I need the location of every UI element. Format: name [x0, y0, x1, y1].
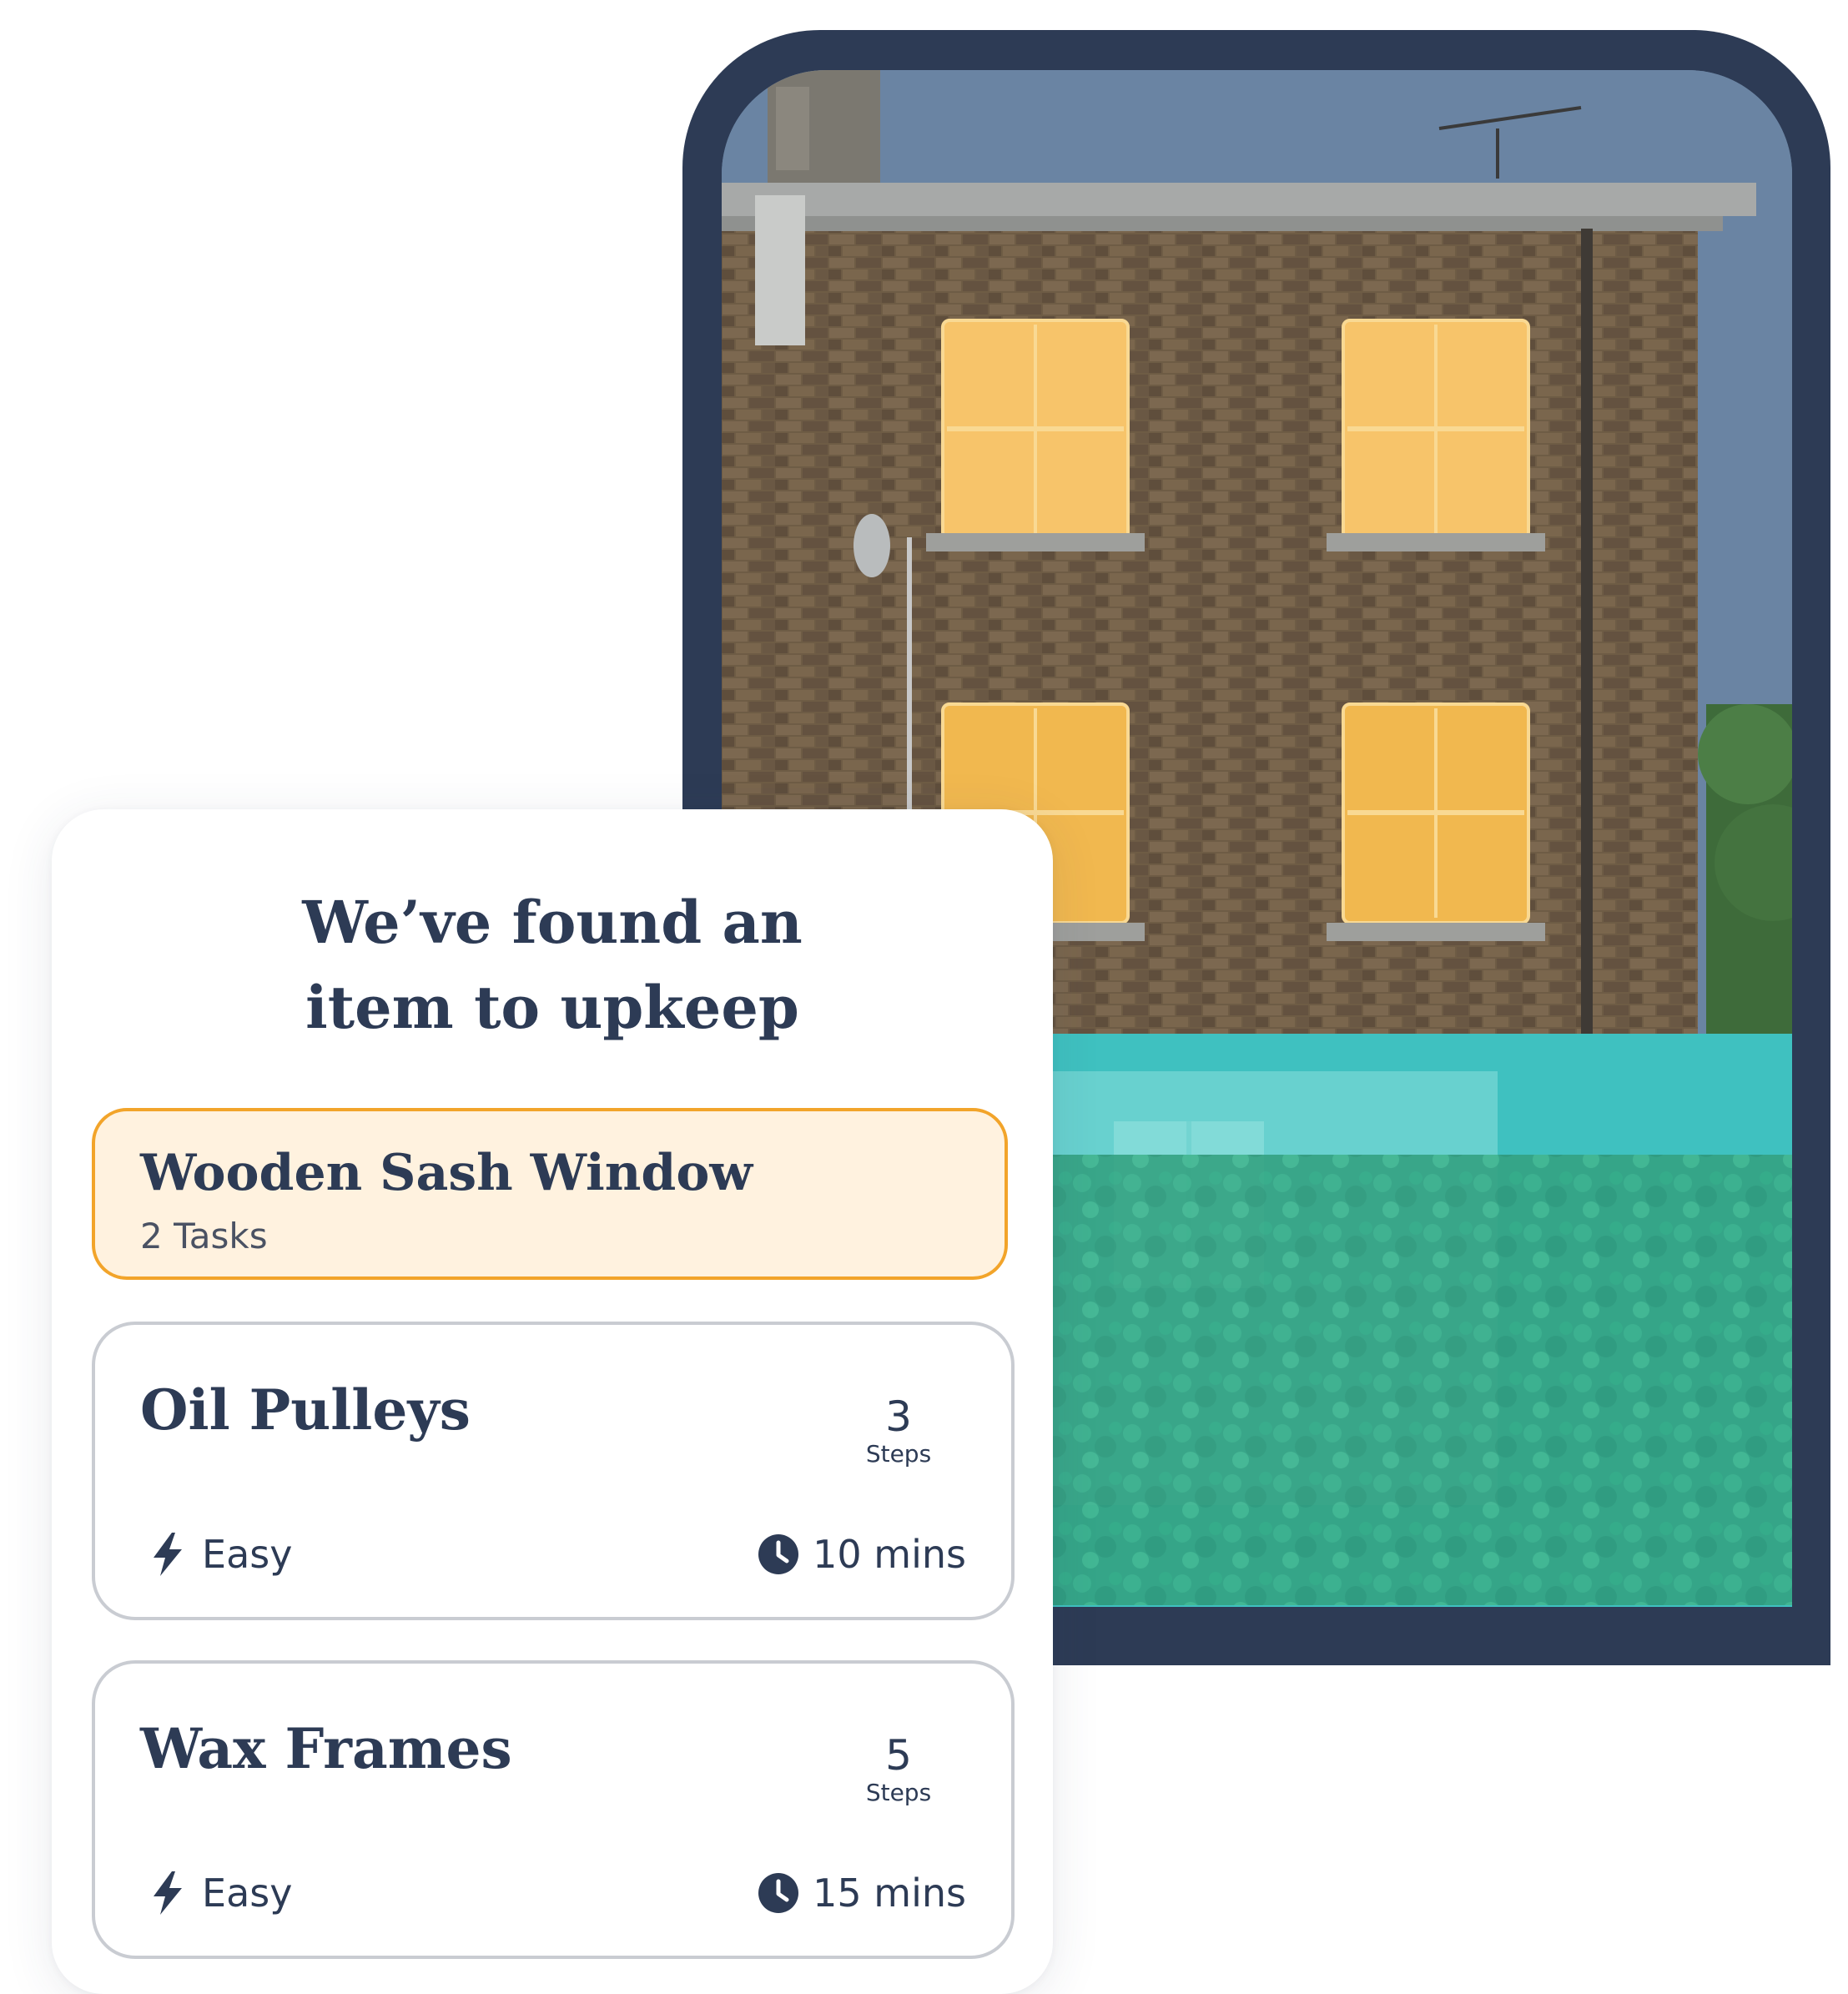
- card-title-line-2: item to upkeep: [305, 973, 799, 1042]
- item-task-count: 2 Tasks: [140, 1216, 268, 1256]
- item-name: Wooden Sash Window: [140, 1144, 753, 1202]
- task-steps-count: 5: [885, 1731, 912, 1780]
- task-duration: 15 mins: [758, 1868, 966, 1918]
- task-card-wax-frames[interactable]: Wax Frames 5 Steps Easy 15 mins: [92, 1660, 1015, 1959]
- task-duration-label: 15 mins: [813, 1871, 966, 1916]
- lightning-icon: [147, 1531, 189, 1578]
- clock-icon: [758, 1531, 799, 1578]
- upkeep-card: We’ve found an item to upkeep Wooden Sas…: [52, 809, 1053, 1994]
- task-steps: 5 Steps: [853, 1732, 944, 1807]
- task-difficulty-label: Easy: [202, 1532, 293, 1577]
- task-duration: 10 mins: [758, 1529, 966, 1579]
- task-difficulty: Easy: [147, 1529, 292, 1579]
- task-steps-label: Steps: [865, 1440, 932, 1468]
- task-steps: 3 Steps: [853, 1393, 944, 1468]
- task-duration-label: 10 mins: [813, 1532, 966, 1577]
- task-card-oil-pulleys[interactable]: Oil Pulleys 3 Steps Easy 10 mins: [92, 1322, 1015, 1620]
- task-name: Oil Pulleys: [140, 1377, 471, 1443]
- task-difficulty: Easy: [147, 1868, 292, 1918]
- card-title-line-1: We’ve found an: [302, 888, 803, 957]
- lightning-icon: [147, 1870, 189, 1916]
- task-name: Wax Frames: [140, 1716, 512, 1781]
- task-steps-label: Steps: [865, 1779, 932, 1806]
- clock-icon: [758, 1870, 799, 1916]
- item-summary[interactable]: Wooden Sash Window 2 Tasks: [92, 1108, 1008, 1280]
- card-title: We’ve found an item to upkeep: [52, 880, 1053, 1050]
- task-steps-count: 3: [885, 1392, 912, 1441]
- task-difficulty-label: Easy: [202, 1871, 293, 1916]
